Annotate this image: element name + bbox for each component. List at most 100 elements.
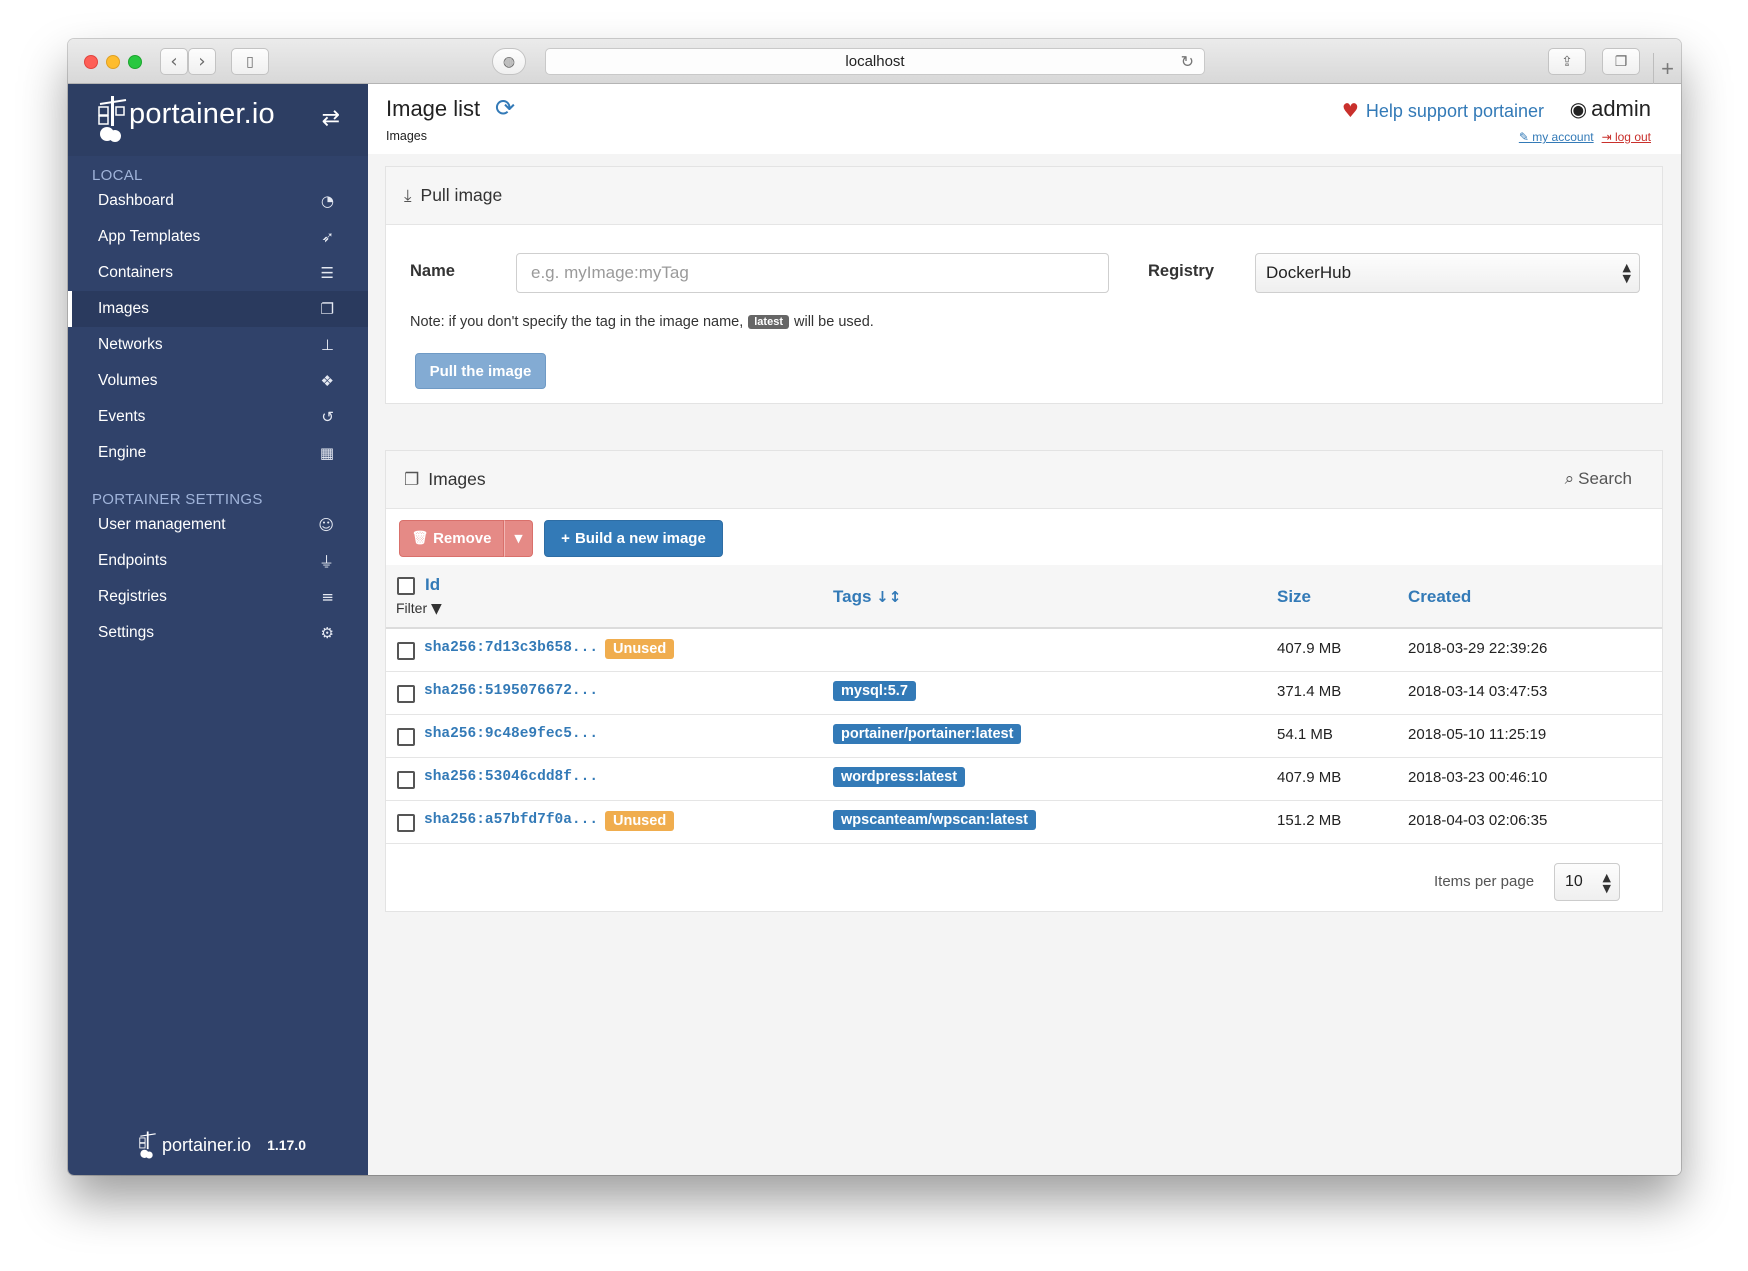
- brand-name[interactable]: portainer.io: [129, 98, 275, 131]
- column-tags[interactable]: Tags ↓↕: [833, 587, 901, 607]
- registry-select[interactable]: DockerHub ▲ ▼: [1255, 253, 1640, 293]
- sidebar-item-label: Endpoints: [98, 552, 167, 569]
- image-id-link[interactable]: sha256:a57bfd7f0a...: [424, 812, 598, 828]
- sidebar-item-settings[interactable]: Settings ⚙: [68, 615, 368, 651]
- caret-down-icon: ▼: [514, 532, 523, 545]
- my-account-link[interactable]: ✎ my account: [1519, 130, 1594, 144]
- reload-icon[interactable]: ↻: [1181, 52, 1194, 71]
- remove-button[interactable]: 🗑 Remove: [399, 520, 504, 557]
- pull-image-button[interactable]: Pull the image: [415, 353, 546, 389]
- filter-toggle[interactable]: Filter ▼: [396, 600, 442, 617]
- row-checkbox[interactable]: [397, 728, 415, 746]
- page-title: Image list: [386, 96, 481, 121]
- sidebar-item-label: User management: [98, 516, 226, 533]
- log-out-label: log out: [1614, 130, 1651, 144]
- forward-button[interactable]: ›: [188, 48, 216, 75]
- image-created: 2018-03-29 22:39:26: [1408, 640, 1548, 657]
- column-id[interactable]: Id: [425, 575, 440, 595]
- row-checkbox[interactable]: [397, 685, 415, 703]
- my-account-label: my account: [1532, 130, 1594, 144]
- exchange-icon[interactable]: ⇄: [322, 106, 340, 131]
- pull-image-title: Pull image: [420, 185, 503, 205]
- image-size: 407.9 MB: [1277, 769, 1342, 786]
- image-name-input[interactable]: [516, 253, 1109, 293]
- sidebar-item-events[interactable]: Events ↺: [68, 399, 368, 435]
- select-arrows-icon: ▲ ▼: [1622, 261, 1631, 285]
- column-created[interactable]: Created: [1408, 587, 1471, 607]
- sidebar-item-label: Dashboard: [98, 192, 174, 209]
- table-row[interactable]: sha256:a57bfd7f0a... Unused wpscanteam/w…: [386, 801, 1662, 844]
- help-support-link[interactable]: ♥ Help support portainer: [1342, 100, 1544, 122]
- build-image-button[interactable]: + Build a new image: [544, 520, 723, 557]
- image-created: 2018-03-14 03:47:53: [1408, 683, 1548, 700]
- table-row[interactable]: sha256:5195076672... mysql:5.7 371.4 MB …: [386, 672, 1662, 715]
- clone-icon: ❐: [320, 300, 334, 318]
- row-checkbox[interactable]: [397, 642, 415, 660]
- search-icon: ⌕: [1564, 469, 1575, 489]
- page-header: Image list ⟳ Images ♥ Help support porta…: [368, 84, 1681, 154]
- select-arrows-icon: ▲ ▼: [1602, 871, 1611, 895]
- share-icon: ⇪: [1561, 53, 1573, 70]
- search-box[interactable]: ⌕ Search: [1565, 469, 1632, 489]
- sidebar-item-networks[interactable]: Networks ⊥: [68, 327, 368, 363]
- username: admin: [1591, 96, 1651, 121]
- section-title-local: LOCAL: [92, 167, 143, 184]
- close-window-button[interactable]: [84, 55, 98, 69]
- items-per-page-label: Items per page: [1434, 873, 1535, 890]
- sidebar-icon: ▯: [246, 53, 254, 70]
- image-id-link[interactable]: sha256:7d13c3b658...: [424, 640, 598, 656]
- image-id-link[interactable]: sha256:9c48e9fec5...: [424, 726, 598, 742]
- log-out-link[interactable]: ⇥ log out: [1602, 130, 1651, 144]
- images-panel: ❐ Images ⌕ Search 🗑 Remove ▼ + Build a n…: [385, 450, 1663, 912]
- database-icon: ≡: [321, 588, 334, 606]
- rocket-icon: ➶: [321, 228, 334, 246]
- sitemap-icon: ⊥: [320, 336, 334, 354]
- tabs-button[interactable]: ❐: [1602, 48, 1640, 75]
- sidebar: portainer.io ⇄ LOCAL Dashboard ◔ App Tem…: [68, 84, 368, 1175]
- sidebar-item-user-management[interactable]: User management ☺: [68, 507, 368, 543]
- table-row[interactable]: sha256:9c48e9fec5... portainer/portainer…: [386, 715, 1662, 758]
- sidebar-item-app-templates[interactable]: App Templates ➶: [68, 219, 368, 255]
- sidebar-item-engine[interactable]: Engine ▦: [68, 435, 368, 471]
- sidebar-item-volumes[interactable]: Volumes ❖: [68, 363, 368, 399]
- privacy-button[interactable]: ◍: [492, 48, 526, 75]
- column-size[interactable]: Size: [1277, 587, 1311, 607]
- table-row[interactable]: sha256:53046cdd8f... wordpress:latest 40…: [386, 758, 1662, 801]
- row-checkbox[interactable]: [397, 814, 415, 832]
- image-id-link[interactable]: sha256:5195076672...: [424, 683, 598, 699]
- maximize-window-button[interactable]: [128, 55, 142, 69]
- sidebar-item-dashboard[interactable]: Dashboard ◔: [68, 183, 368, 219]
- image-size: 371.4 MB: [1277, 683, 1342, 700]
- portainer-logo-icon: [139, 1131, 156, 1159]
- sidebar-item-containers[interactable]: Containers ☰: [68, 255, 368, 291]
- table-row[interactable]: sha256:7d13c3b658... Unused 407.9 MB 201…: [386, 629, 1662, 672]
- sidebar-item-label: Events: [98, 408, 146, 425]
- select-all-checkbox[interactable]: [397, 577, 415, 595]
- sidebar-item-label: Engine: [98, 444, 147, 461]
- sidebar-item-registries[interactable]: Registries ≡: [68, 579, 368, 615]
- sidebar-toggle-button[interactable]: ▯: [231, 48, 269, 75]
- sidebar-item-label: Volumes: [98, 372, 158, 389]
- share-button[interactable]: ⇪: [1548, 48, 1586, 75]
- row-checkbox[interactable]: [397, 771, 415, 789]
- image-id-link[interactable]: sha256:53046cdd8f...: [424, 769, 598, 785]
- remove-options-button[interactable]: ▼: [504, 520, 533, 557]
- plug-icon: ⏚: [318, 552, 334, 571]
- privacy-icon: ◍: [502, 53, 516, 70]
- server-icon: ☰: [320, 264, 334, 282]
- back-button[interactable]: ‹: [160, 48, 188, 75]
- tag-badge: wordpress:latest: [833, 767, 966, 787]
- minimize-window-button[interactable]: [106, 55, 120, 69]
- pull-image-panel: ⤓ Pull image Name Registry DockerHub ▲▼ …: [385, 166, 1663, 404]
- sidebar-item-endpoints[interactable]: Endpoints ⏚: [68, 543, 368, 579]
- latest-badge: latest: [748, 315, 789, 329]
- user-links: ✎ my account ⇥ log out: [1519, 130, 1651, 144]
- registry-label: Registry: [1148, 262, 1215, 280]
- sidebar-item-images[interactable]: Images ❐: [68, 291, 368, 327]
- sidebar-item-label: Containers: [98, 264, 173, 281]
- new-tab-button[interactable]: +: [1653, 53, 1681, 84]
- refresh-icon[interactable]: ⟳: [495, 94, 515, 122]
- note-text-before: Note: if you don't specify the tag in th…: [410, 314, 744, 330]
- address-bar[interactable]: localhost ↻: [545, 48, 1205, 75]
- items-per-page-select[interactable]: 10 ▲ ▼: [1554, 863, 1620, 901]
